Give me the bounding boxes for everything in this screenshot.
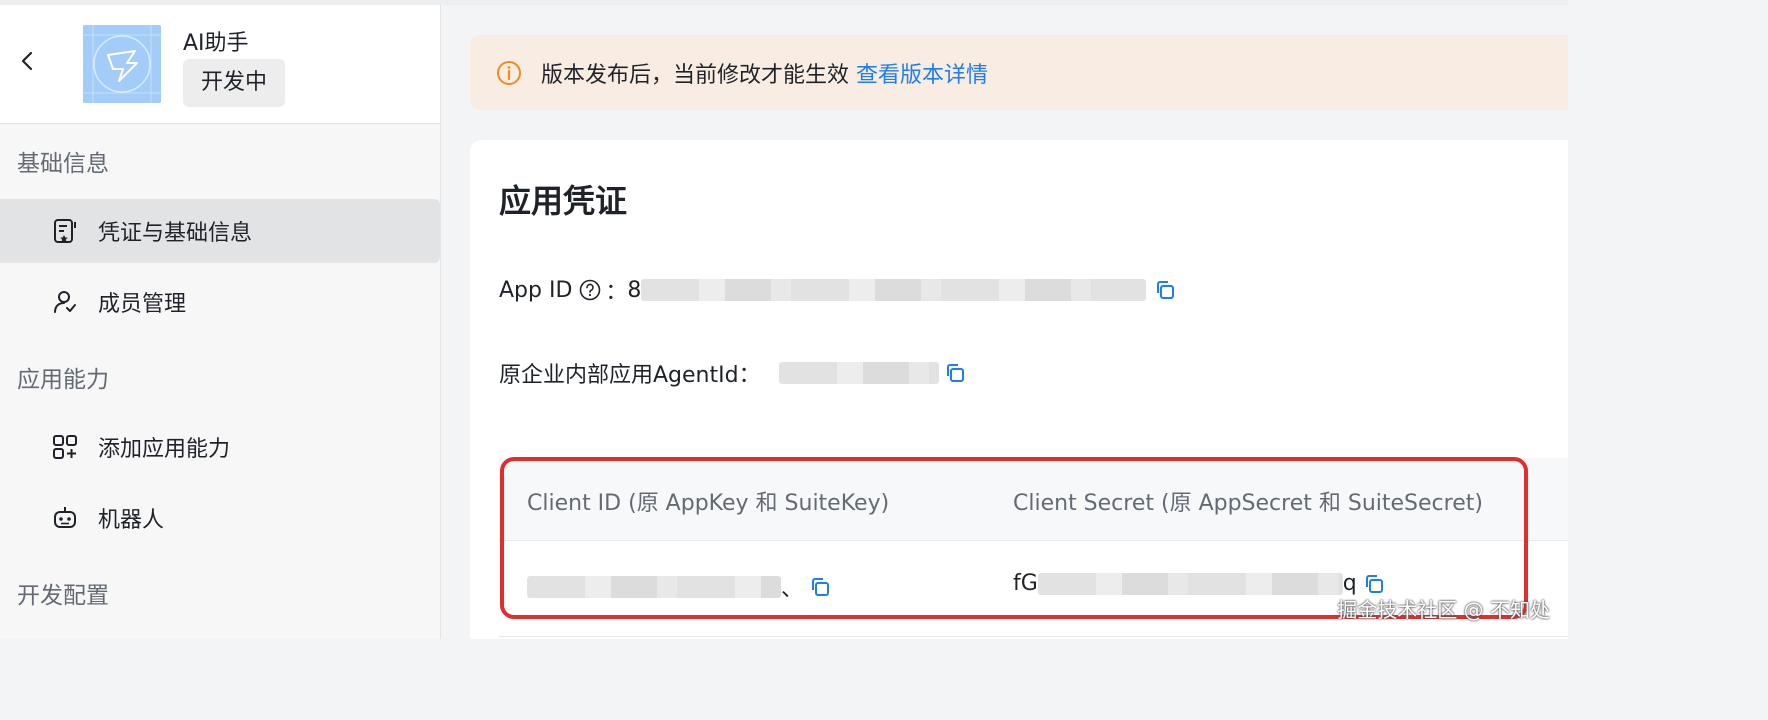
sidebar-item-robot[interactable]: 机器人 [0,486,440,550]
sidebar-item-label: 添加应用能力 [98,437,231,462]
group-title-dev-config: 开发配置 [17,583,109,609]
sidebar-item-members[interactable]: 成员管理 [0,270,440,334]
app-id-value-prefix: 8 [627,277,642,303]
client-secret-redacted-value [1037,572,1343,595]
status-badge: 开发中 [183,59,286,107]
robot-icon [54,507,76,528]
client-secret-prefix: fG [1013,571,1038,596]
copy-icon[interactable] [1363,573,1385,595]
client-id-suffix: 、 [781,577,804,602]
table-divider [499,636,1568,637]
notice-message: 版本发布后，当前修改才能生效 [541,63,850,88]
info-icon [497,61,521,85]
table-header: Client ID (原 AppKey 和 SuiteKey) Client S… [499,458,1568,541]
app-name: AI助手 [183,31,249,56]
app-id-redacted-value [641,279,1147,301]
agent-id-row: 原企业内部应用AgentId： [499,357,966,389]
add-capability-icon [53,435,77,459]
sidebar-item-label: 成员管理 [98,292,187,317]
copy-icon[interactable] [1154,279,1176,301]
sidebar-item-label: 凭证与基础信息 [98,221,253,246]
app-header: AI助手 开发中 [0,5,440,124]
client-secret-cell: fG q [1013,571,1385,596]
help-icon[interactable] [579,279,601,301]
notice-banner: 版本发布后，当前修改才能生效 查看版本详情 [470,35,1568,110]
column-header-client-id: Client ID (原 AppKey 和 SuiteKey) [527,491,890,516]
app-logo [83,25,161,103]
notice-text: 版本发布后，当前修改才能生效 查看版本详情 [541,57,988,89]
card-title: 应用凭证 [499,182,628,220]
watermark: 掘金技术社区 @ 不知处 [1337,598,1550,622]
credentials-card: 应用凭证 App ID ： 8 原企业内部应用AgentId： Client I… [470,140,1568,639]
group-title-capabilities: 应用能力 [17,367,109,393]
credential-icon [54,219,76,243]
sidebar: AI助手 开发中 基础信息 凭证与基础信息 成员管理 应用能力 添加应用能力 机… [0,5,441,639]
dingtalk-logo-icon [83,25,161,103]
copy-icon[interactable] [809,576,831,598]
app-id-row: App ID ： 8 [499,274,1176,306]
app-id-label: App ID [499,277,573,303]
client-secret-suffix: q [1342,571,1357,596]
client-id-cell: 、 [527,571,831,603]
member-icon [54,291,76,313]
app-id-separator: ： [605,280,628,305]
group-title-basic-info: 基础信息 [17,151,109,177]
agent-id-label: 原企业内部应用AgentId： [499,363,761,388]
view-version-details-link[interactable]: 查看版本详情 [856,63,988,88]
copy-icon[interactable] [944,362,966,384]
client-id-redacted-value [527,576,781,598]
column-header-client-secret: Client Secret (原 AppSecret 和 SuiteSecret… [1013,491,1483,516]
agent-id-redacted-value [778,362,939,384]
sidebar-item-label: 机器人 [98,508,165,533]
back-arrow-icon[interactable] [16,49,40,73]
sidebar-item-add-capability[interactable]: 添加应用能力 [0,415,440,479]
sidebar-item-credentials[interactable]: 凭证与基础信息 [0,199,440,263]
